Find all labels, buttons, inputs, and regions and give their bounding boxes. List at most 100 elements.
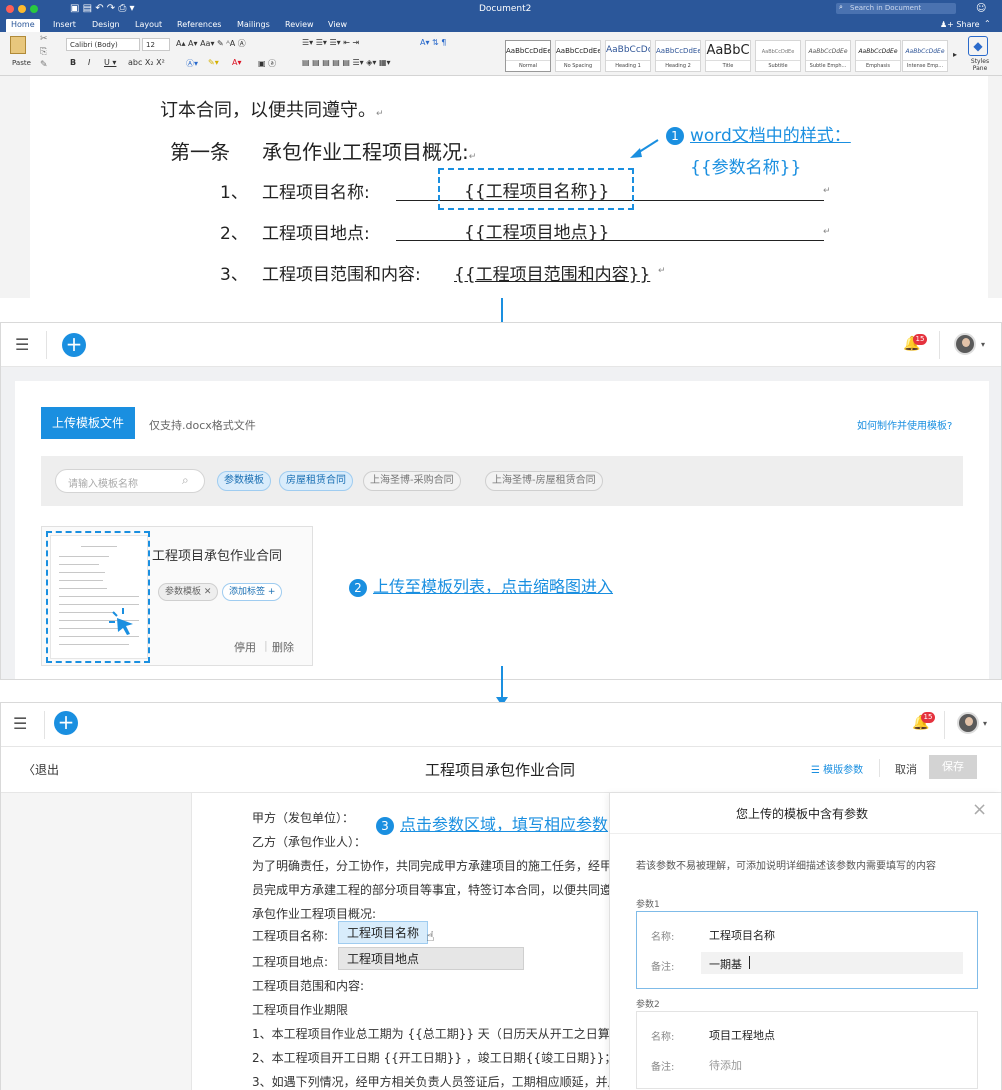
annotation-text: word文档中的样式：: [690, 126, 851, 146]
style-emphasis[interactable]: AaBbCcDdEe Emphasis: [855, 40, 901, 72]
quick-access-icons[interactable]: ▣ ▤ ↶ ↷ ⎙ ▾: [70, 3, 135, 14]
add-tag-button[interactable]: 添加标签 +: [222, 583, 283, 601]
font-size-select[interactable]: 12: [142, 38, 170, 51]
param-name: 项目工程地点: [709, 1029, 775, 1042]
char-shading-icon[interactable]: ▣ ⓐ: [258, 58, 276, 69]
help-link[interactable]: 如何制作并使用模板?: [857, 417, 952, 432]
tab-review[interactable]: Review: [285, 20, 314, 29]
style-subtle-emphasis[interactable]: AaBbCcDdEe Subtle Emph...: [805, 40, 851, 72]
close-icon[interactable]: ×: [972, 799, 987, 820]
maximize-window-icon[interactable]: [30, 5, 38, 13]
bold-icon[interactable]: B: [70, 58, 76, 67]
search-icon[interactable]: ⌕: [182, 473, 189, 488]
font-size-controls-icon[interactable]: A▴ A▾ Aa▾ ✎ ᴬA Ⓐ: [176, 38, 246, 49]
divider: [939, 331, 940, 359]
doc-line-text: 订本合同，以便共同遵守。: [160, 100, 376, 121]
param-header: 参数1: [636, 900, 660, 910]
underline-icon[interactable]: U ▾: [104, 58, 116, 67]
template-params-button[interactable]: ☰ 模版参数: [811, 761, 863, 776]
search-icon: ⌕: [839, 3, 843, 11]
doc-line: 工程项目作业期限: [252, 1003, 349, 1017]
cut-icon[interactable]: ✂: [40, 34, 48, 44]
article-label: 第一条: [170, 140, 230, 164]
close-window-icon[interactable]: [6, 5, 14, 13]
remove-tag-icon[interactable]: ✕: [204, 587, 212, 597]
text-effects-icon[interactable]: Ⓐ▾: [186, 58, 198, 69]
notification-badge: 15: [913, 334, 927, 345]
param-field-location[interactable]: 工程项目地点: [338, 947, 524, 970]
styles-pane-label[interactable]: Styles Pane: [966, 58, 994, 72]
tab-insert[interactable]: Insert: [53, 20, 76, 29]
tab-mailings[interactable]: Mailings: [237, 20, 270, 29]
minimize-window-icon[interactable]: [18, 5, 26, 13]
highlight-icon[interactable]: ✎▾: [208, 58, 219, 67]
param-card: 名称: 工程项目名称 备注: 一期基: [636, 911, 978, 989]
avatar[interactable]: [954, 333, 976, 355]
style-name: Heading 2: [656, 60, 700, 69]
save-button[interactable]: 保存: [929, 755, 977, 779]
style-subtitle[interactable]: AaBbCcDdEe Subtitle: [755, 40, 801, 72]
font-color-icon[interactable]: A▾: [232, 58, 242, 67]
style-title[interactable]: AaBbC Title: [705, 40, 751, 72]
disable-button[interactable]: 停用: [234, 639, 256, 655]
styles-pane-icon[interactable]: ◆: [968, 36, 988, 56]
add-plus-icon[interactable]: +: [54, 711, 78, 735]
style-heading-2[interactable]: AaBbCcDdEe Heading 2: [655, 40, 701, 72]
param-note-placeholder[interactable]: 待添加: [709, 1057, 742, 1073]
upload-template-button[interactable]: 上传模板文件: [41, 407, 135, 439]
style-intense-emphasis[interactable]: AaBbCcDdEe Intense Emp...: [902, 40, 948, 72]
filter-tag[interactable]: 房屋租赁合同: [279, 471, 353, 491]
style-no-spacing[interactable]: AaBbCcDdEe No Spacing: [555, 40, 601, 72]
add-plus-icon[interactable]: +: [62, 333, 86, 357]
share-button[interactable]: ♟+ Share: [940, 20, 980, 29]
italic-icon[interactable]: I: [88, 58, 90, 67]
avatar[interactable]: [957, 712, 979, 734]
style-name: Intense Emp...: [903, 60, 947, 69]
font-name-select[interactable]: Calibri (Body): [66, 38, 140, 51]
tab-references[interactable]: References: [177, 20, 221, 29]
collapse-ribbon-icon[interactable]: ⌃: [984, 19, 991, 28]
chevron-down-icon[interactable]: ▾: [983, 719, 987, 728]
menu-toggle-icon[interactable]: ☰: [15, 335, 29, 354]
filter-tag[interactable]: 参数模板: [217, 471, 271, 491]
paste-label[interactable]: Paste: [12, 59, 31, 67]
menu-toggle-icon[interactable]: ☰: [13, 714, 27, 733]
chevron-left-icon: 〈: [23, 763, 36, 777]
tab-home[interactable]: Home: [6, 19, 40, 32]
param-note-input[interactable]: 一期基: [701, 952, 963, 974]
styles-icons[interactable]: A▾ ⇅ ¶: [420, 38, 446, 47]
tab-design[interactable]: Design: [92, 20, 120, 29]
tab-view[interactable]: View: [328, 20, 347, 29]
param-field-name[interactable]: 工程项目名称: [338, 921, 429, 944]
card-title[interactable]: 工程项目承包作业合同: [152, 545, 282, 564]
template-search-input[interactable]: 请输入模板名称 ⌕: [55, 469, 205, 493]
divider: [610, 833, 1001, 834]
word-search-box[interactable]: ⌕ Search in Document: [836, 3, 956, 14]
divider: [879, 759, 880, 777]
style-normal[interactable]: AaBbCcDdEe Normal: [505, 40, 551, 72]
delete-button[interactable]: 删除: [272, 639, 294, 655]
cancel-button[interactable]: 取消: [895, 761, 917, 777]
clipboard-icon[interactable]: [10, 36, 26, 54]
doc-line: 1、本工程项目作业总工期为 {{总工期}} 天（日历天从开工之日算起）；: [252, 1027, 640, 1041]
paragraph-mark-icon: ↵: [658, 266, 666, 276]
align-icons[interactable]: ▤ ▤ ▤ ▤ ▤ ☰▾ ◈▾ ▦▾: [302, 58, 391, 67]
list-icons[interactable]: ☰▾ ☰▾ ☰▾ ⇤ ⇥: [302, 38, 359, 47]
style-name: Heading 1: [606, 60, 650, 69]
doc-line: 甲方（发包单位）：: [252, 811, 355, 825]
format-painter-icon[interactable]: ✎: [40, 60, 48, 70]
style-heading-1[interactable]: AaBbCcDc Heading 1: [605, 40, 651, 72]
param-card: 名称: 项目工程地点 备注: 待添加: [636, 1011, 978, 1089]
params-panel: 您上传的模板中含有参数 × 若该参数不易被理解，可添加说明详细描述该参数内需要填…: [609, 793, 1001, 1090]
chevron-down-icon[interactable]: ▾: [981, 340, 985, 349]
strike-sub-sup-icons[interactable]: abc X₂ X²: [128, 58, 165, 67]
tab-layout[interactable]: Layout: [135, 20, 162, 29]
paragraph-mark-icon: ↵: [468, 152, 477, 162]
back-button[interactable]: 〈退出: [23, 761, 59, 778]
smiley-icon[interactable]: ☺: [976, 3, 986, 14]
styles-more-icon[interactable]: ▸: [953, 50, 957, 59]
filter-tag[interactable]: 上海圣博-房屋租赁合同: [485, 471, 603, 491]
article-title-text: 承包作业工程项目概况:: [262, 140, 469, 164]
filter-tag[interactable]: 上海圣博-采购合同: [363, 471, 461, 491]
copy-icon[interactable]: ⎘: [40, 47, 47, 57]
